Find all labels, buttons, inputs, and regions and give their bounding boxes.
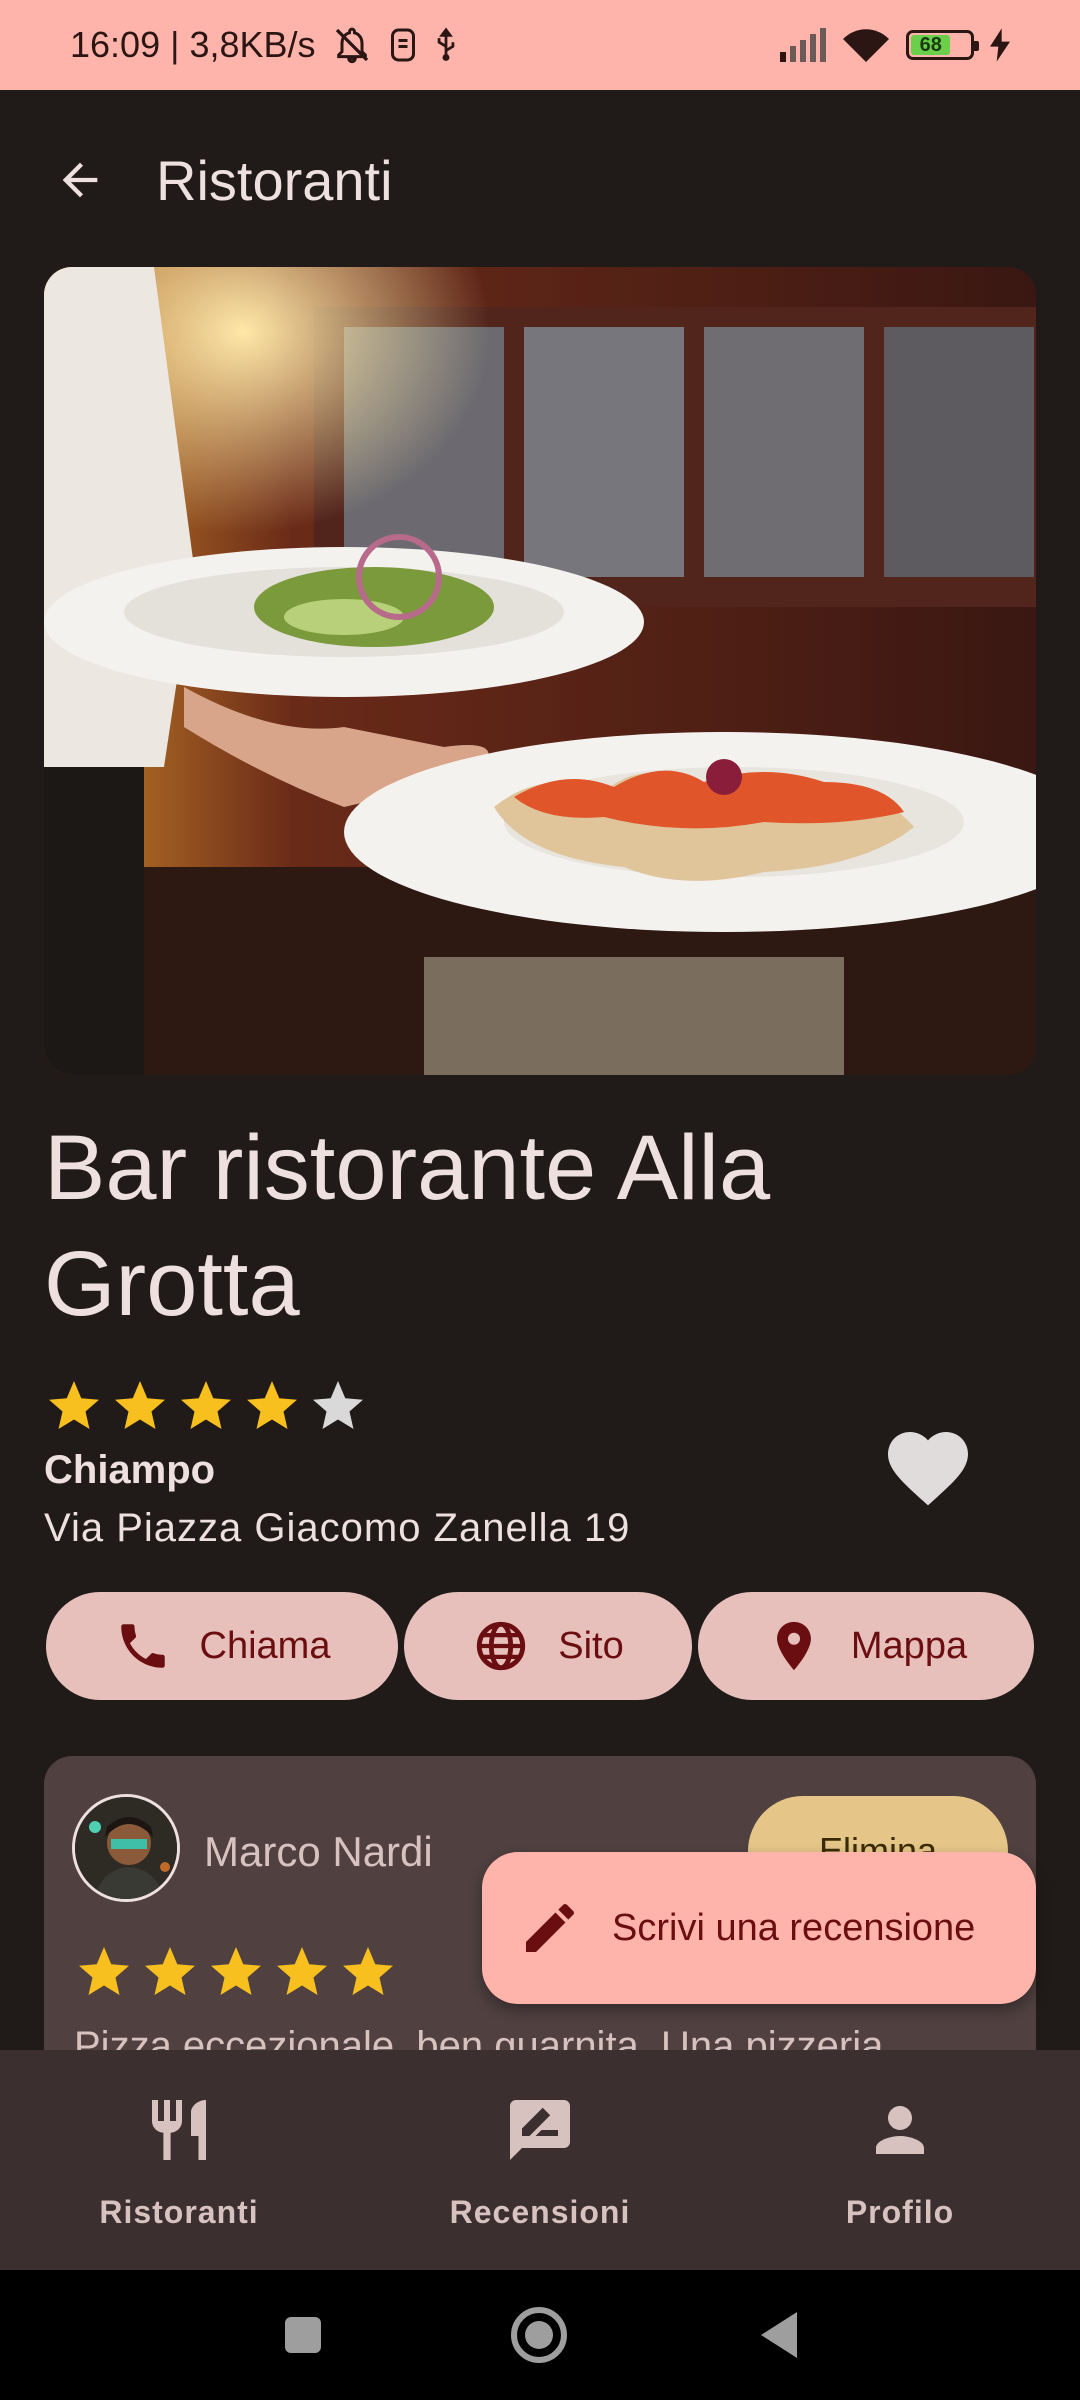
restaurant-name: Bar ristorante Alla Grotta [44, 1117, 771, 1335]
star-icon [181, 1381, 231, 1429]
restaurant-photo [44, 267, 1036, 1075]
write-review-label: Scrivi una recensione [612, 1906, 976, 1949]
sim-icon [388, 27, 418, 63]
nav-item-recensioni[interactable]: Recensioni [390, 2050, 690, 2270]
triangle-back-icon [761, 2312, 797, 2358]
star-empty-icon [313, 1381, 363, 1429]
screen: 16:09 | 3,8KB/s 68 Ristoranti Bar ristor… [0, 0, 1080, 2400]
map-label: Mappa [850, 1624, 968, 1667]
back-system-button[interactable] [744, 2300, 814, 2370]
avatar [72, 1794, 180, 1902]
action-buttons: Chiama Sito Mappa [0, 1592, 1080, 1700]
star-icon [79, 1947, 129, 1995]
status-bar: 16:09 | 3,8KB/s 68 [0, 0, 1080, 90]
status-time: 16:09 | 3,8KB/s [70, 24, 316, 65]
star-icon [343, 1947, 393, 1995]
nav-label-recensioni: Recensioni [449, 2194, 631, 2230]
person-icon [876, 2106, 924, 2154]
restaurant-icon [152, 2100, 206, 2160]
website-button[interactable]: Sito [404, 1592, 692, 1700]
circle-icon [511, 2307, 567, 2363]
nav-item-ristoranti[interactable]: Ristoranti [29, 2050, 329, 2270]
nav-item-profilo[interactable]: Profilo [750, 2050, 1050, 2270]
website-label: Sito [558, 1624, 624, 1667]
pencil-icon [526, 1903, 574, 1952]
star-icon [247, 1381, 297, 1429]
rate-review-icon [510, 2100, 570, 2160]
home-button[interactable] [504, 2300, 574, 2370]
star-icon [277, 1947, 327, 1995]
nav-label-profilo: Profilo [845, 2194, 955, 2230]
favorite-button[interactable] [880, 1420, 976, 1516]
restaurant-address: Via Piazza Giacomo Zanella 19 [44, 1506, 631, 1550]
signal-icon [780, 28, 826, 62]
muted-bell-icon [330, 25, 374, 65]
arrow-back-icon [62, 162, 98, 198]
system-navigation-bar [0, 2270, 1080, 2400]
battery-level: 68 [911, 34, 951, 56]
star-icon [115, 1381, 165, 1429]
globe-icon [477, 1621, 526, 1671]
call-label: Chiama [199, 1624, 331, 1667]
square-icon [285, 2317, 321, 2353]
wifi-icon [842, 26, 890, 64]
star-icon [145, 1947, 195, 1995]
recents-button[interactable] [268, 2300, 338, 2370]
charging-icon [990, 28, 1010, 62]
bottom-navigation: Ristoranti Recensioni Profilo [0, 2050, 1080, 2270]
map-button[interactable]: Mappa [698, 1592, 1034, 1700]
call-button[interactable]: Chiama [46, 1592, 398, 1700]
back-button[interactable] [50, 150, 110, 210]
battery-indicator: 68 [906, 30, 979, 60]
write-review-button[interactable]: Scrivi una recensione [482, 1852, 1036, 2004]
nav-label-ristoranti: Ristoranti [99, 2194, 259, 2230]
usb-icon [432, 27, 460, 63]
star-icon [49, 1381, 99, 1429]
star-icon [211, 1947, 261, 1995]
heart-icon [888, 1432, 968, 1506]
reviewer-name: Marco Nardi [204, 1828, 433, 1875]
location-pin-icon [776, 1621, 811, 1671]
page-title: Ristoranti [156, 148, 393, 212]
restaurant-rating [44, 1376, 368, 1436]
restaurant-city: Chiampo [44, 1448, 216, 1492]
app-bar: Ristoranti [0, 90, 1080, 270]
review-rating [74, 1942, 398, 2002]
phone-icon [120, 1624, 165, 1668]
